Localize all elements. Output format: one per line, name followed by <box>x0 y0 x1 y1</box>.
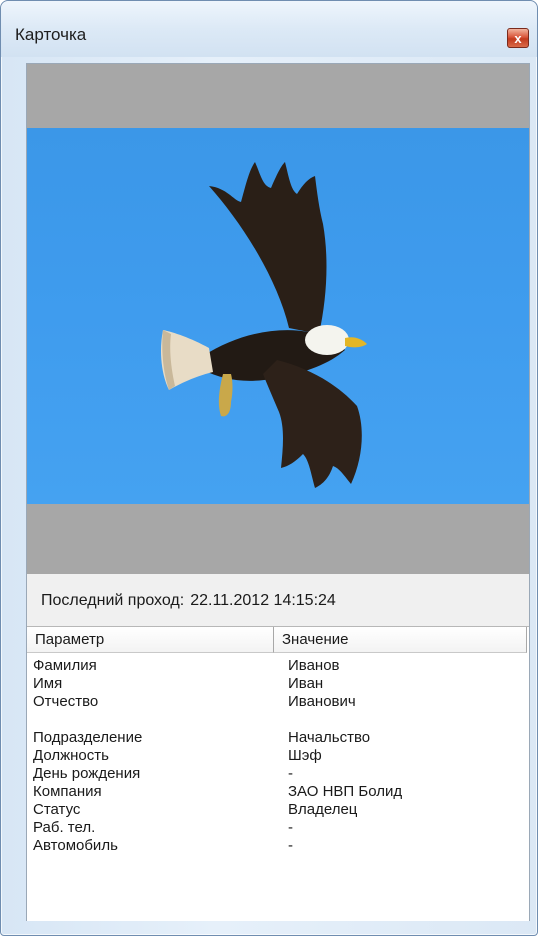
list-row[interactable]: Статус Владелец <box>27 801 529 819</box>
row-parameter: Статус <box>33 801 81 818</box>
row-parameter: Имя <box>33 675 63 692</box>
row-parameter: Должность <box>33 747 109 764</box>
list-header: Параметр Значение <box>27 627 529 653</box>
row-parameter: Автомобиль <box>33 837 118 854</box>
row-parameter: Отчество <box>33 693 99 710</box>
parameters-list[interactable]: Параметр Значение Фамилия Иванов Имя Ива… <box>27 626 529 921</box>
list-row[interactable] <box>27 711 529 729</box>
row-parameter: День рождения <box>33 765 141 782</box>
list-row[interactable]: Должность Шэф <box>27 747 529 765</box>
window-title: Карточка <box>15 25 87 44</box>
list-row[interactable]: Подразделение Начальство <box>27 729 529 747</box>
list-row[interactable]: Отчество Иванович <box>27 693 529 711</box>
row-parameter: Фамилия <box>33 657 97 674</box>
last-pass-label: Последний проход: <box>41 592 185 609</box>
row-value: - <box>288 837 293 854</box>
row-value: ЗАО НВП Болид <box>288 783 403 800</box>
photo-frame <box>27 64 529 574</box>
row-parameter: Компания <box>33 783 102 800</box>
last-pass-info: Последний проход: 22.11.2012 14:15:24 <box>41 592 336 610</box>
card-content: Последний проход: 22.11.2012 14:15:24 Пар… <box>26 63 530 921</box>
column-header-parameter[interactable]: Параметр <box>27 627 274 653</box>
row-value: Начальство <box>288 729 371 746</box>
row-parameter: Подразделение <box>33 729 143 746</box>
row-value: - <box>288 819 293 836</box>
row-value: - <box>288 765 293 782</box>
close-icon: x <box>514 30 522 46</box>
row-value: Иванович <box>288 693 356 710</box>
list-row[interactable]: День рождения - <box>27 765 529 783</box>
list-row[interactable]: Фамилия Иванов <box>27 657 529 675</box>
person-photo <box>27 128 529 504</box>
list-row[interactable]: Автомобиль - <box>27 837 529 855</box>
list-rows: Фамилия Иванов Имя Иван Отчество Иванови… <box>27 657 529 855</box>
row-value: Владелец <box>288 801 358 818</box>
row-parameter: Раб. тел. <box>33 819 96 836</box>
row-value: Иванов <box>288 657 340 674</box>
list-row[interactable]: Компания ЗАО НВП Болид <box>27 783 529 801</box>
row-value: Шэф <box>288 747 322 764</box>
card-window: Карточка x Последний проход: 22.11.2012 … <box>0 0 538 936</box>
close-button[interactable]: x <box>507 28 529 48</box>
row-value: Иван <box>288 675 324 692</box>
eagle-image <box>161 162 367 488</box>
column-header-value[interactable]: Значение <box>274 627 527 653</box>
list-row[interactable]: Раб. тел. - <box>27 819 529 837</box>
list-row[interactable]: Имя Иван <box>27 675 529 693</box>
title-bar[interactable]: Карточка x <box>1 1 537 57</box>
last-pass-value: 22.11.2012 14:15:24 <box>190 592 336 609</box>
